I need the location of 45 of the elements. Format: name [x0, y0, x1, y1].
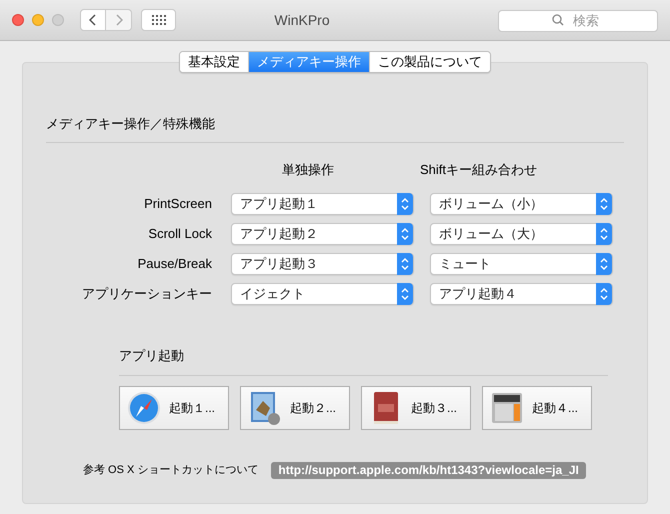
- dropdown[interactable]: アプリ起動２: [231, 223, 414, 245]
- tab[interactable]: 基本設定: [180, 52, 248, 72]
- section-title: メディアキー操作／特殊機能: [46, 115, 216, 133]
- dropdown[interactable]: イジェクト: [231, 283, 414, 305]
- stepper-icon: [397, 223, 413, 245]
- minimize-button[interactable]: [32, 14, 44, 26]
- search-icon: [552, 14, 564, 26]
- key-label: Scroll Lock: [147, 225, 212, 244]
- stepper-icon: [596, 283, 612, 305]
- stepper-icon: [596, 253, 612, 275]
- dropdown[interactable]: アプリ起動１: [231, 193, 414, 215]
- close-button[interactable]: [12, 14, 24, 26]
- stamp-icon: [248, 390, 282, 426]
- compass-icon: [127, 390, 161, 424]
- stepper-icon: [596, 223, 612, 245]
- grid-button[interactable]: [141, 9, 176, 31]
- key-label: アプリケーションキー: [81, 285, 212, 304]
- dropdown[interactable]: アプリ起動３: [231, 253, 414, 275]
- calculator-icon: [490, 390, 524, 424]
- back-button[interactable]: [80, 9, 106, 31]
- column-header: Shiftキー組み合わせ: [420, 160, 538, 178]
- dropdown[interactable]: ミュート: [430, 253, 613, 275]
- stepper-icon: [596, 193, 612, 215]
- search-field[interactable]: 検索: [498, 10, 658, 32]
- window-title: WinKPro: [273, 10, 331, 30]
- book-icon: [371, 390, 401, 426]
- launch-button[interactable]: 起動２...: [240, 386, 350, 430]
- chevron-right-icon: [114, 14, 122, 26]
- key-label: Pause/Break: [136, 255, 212, 274]
- stepper-icon: [397, 253, 413, 275]
- tab[interactable]: この製品について: [369, 52, 490, 72]
- launcher-title: アプリ起動: [119, 347, 185, 365]
- dropdown[interactable]: アプリ起動４: [430, 283, 613, 305]
- launch-button[interactable]: 起動４...: [482, 386, 592, 430]
- key-label: PrintScreen: [143, 195, 212, 214]
- launch-button[interactable]: 起動１...: [119, 386, 229, 430]
- grid-icon: [152, 15, 166, 25]
- dropdown[interactable]: ボリューム（大）: [430, 223, 613, 245]
- reference-label: 参考 OS X ショートカットについて: [83, 462, 258, 478]
- dropdown[interactable]: ボリューム（小）: [430, 193, 613, 215]
- stepper-icon: [397, 283, 413, 305]
- stepper-icon: [397, 193, 413, 215]
- column-header: 単独操作: [282, 160, 334, 178]
- chevron-left-icon: [89, 14, 97, 26]
- launch-button[interactable]: 起動３...: [361, 386, 471, 430]
